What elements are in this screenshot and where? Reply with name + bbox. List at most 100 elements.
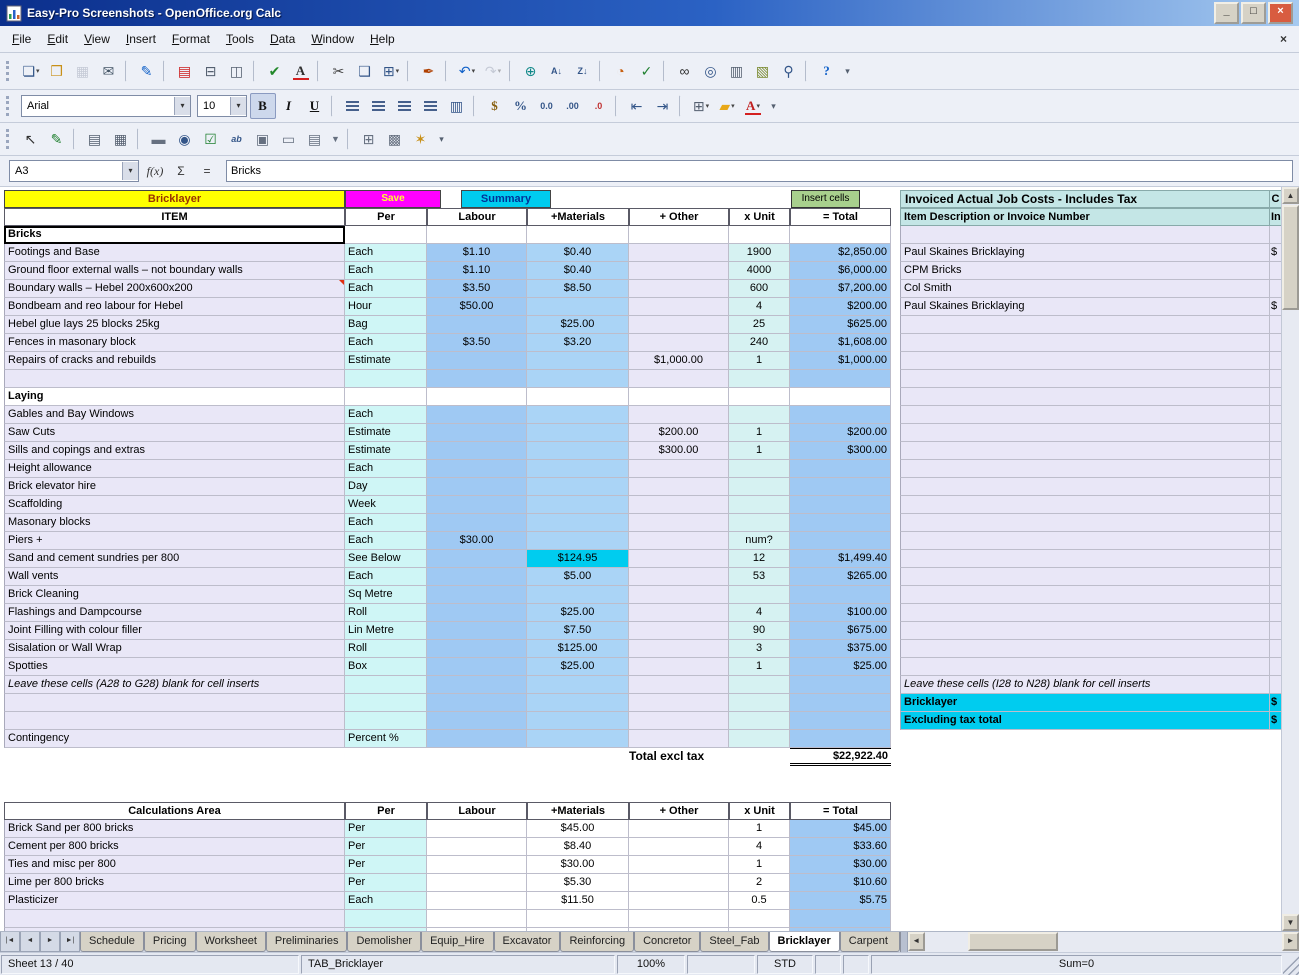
more-controls-icon[interactable]: ⊞ xyxy=(356,126,382,152)
undo-icon[interactable]: ↶▾ xyxy=(454,58,480,84)
cell-per[interactable]: Per xyxy=(345,856,427,874)
cell-item[interactable]: Fences in masonary block xyxy=(4,334,345,352)
calc-header-labour[interactable]: Labour xyxy=(427,802,527,820)
tab-equip-hire[interactable]: Equip_Hire xyxy=(421,932,493,952)
cell-invoice[interactable]: Excluding tax total xyxy=(900,712,1270,730)
cell-unit[interactable]: 1 xyxy=(729,352,790,370)
cell-per[interactable]: Each xyxy=(345,406,427,424)
cell-materials[interactable]: $25.00 xyxy=(527,658,629,676)
background-color-icon[interactable]: ▰▾ xyxy=(714,93,740,119)
cell-labour[interactable] xyxy=(427,820,527,838)
cell-labour[interactable] xyxy=(427,568,527,586)
tab-reinforcing[interactable]: Reinforcing xyxy=(560,932,634,952)
cell-materials[interactable] xyxy=(527,388,629,406)
cell-other[interactable] xyxy=(629,496,729,514)
cell-item[interactable]: Leave these cells (A28 to G28) blank for… xyxy=(4,676,345,694)
cell-per[interactable]: Percent % xyxy=(345,730,427,748)
cell-invoice[interactable] xyxy=(900,586,1270,604)
underline-button[interactable]: U xyxy=(302,93,328,119)
cell-invoice[interactable] xyxy=(900,316,1270,334)
select-pointer-icon[interactable]: ↖ xyxy=(18,126,44,152)
gallery-icon[interactable]: ▧ xyxy=(750,58,776,84)
tab-steel-fab[interactable]: Steel_Fab xyxy=(700,932,768,952)
cell-labour[interactable]: $50.00 xyxy=(427,298,527,316)
cell-other[interactable] xyxy=(629,586,729,604)
cell-other[interactable] xyxy=(629,892,729,910)
cell-total[interactable] xyxy=(790,460,891,478)
cell-per[interactable]: Estimate xyxy=(345,442,427,460)
option-button-icon[interactable]: ◉ xyxy=(172,126,198,152)
cell-total[interactable] xyxy=(790,406,891,424)
cell-total[interactable]: $25.00 xyxy=(790,658,891,676)
sort-descending-icon[interactable]: Z↓ xyxy=(570,58,596,84)
cut-icon[interactable]: ✂ xyxy=(326,58,352,84)
cell-other[interactable]: $200.00 xyxy=(629,424,729,442)
toolbar-grip[interactable] xyxy=(6,96,12,116)
cell-per[interactable]: Estimate xyxy=(345,352,427,370)
cell-item[interactable]: Plasticizer xyxy=(4,892,345,910)
previous-sheet-button[interactable]: ◄ xyxy=(20,932,40,952)
toolbar-options-icon[interactable]: ▾ xyxy=(434,126,450,152)
cell-item[interactable]: Repairs of cracks and rebuilds xyxy=(4,352,345,370)
header-unit[interactable]: x Unit xyxy=(729,208,790,226)
cell-materials[interactable]: $124.95 xyxy=(527,550,629,568)
cell-unit[interactable] xyxy=(729,370,790,388)
cell-unit[interactable] xyxy=(729,460,790,478)
sort-ascending-icon[interactable]: A↓ xyxy=(544,58,570,84)
first-sheet-button[interactable]: |◄ xyxy=(0,932,20,952)
tab-bricklayer[interactable]: Bricklayer xyxy=(769,932,840,952)
cell-other[interactable] xyxy=(629,838,729,856)
cell-labour[interactable]: $3.50 xyxy=(427,334,527,352)
tab-excavator[interactable]: Excavator xyxy=(494,932,561,952)
cell-total[interactable] xyxy=(790,694,891,712)
cell-materials[interactable]: $25.00 xyxy=(527,604,629,622)
cell-per[interactable]: Lin Metre xyxy=(345,622,427,640)
cell-labour[interactable] xyxy=(427,586,527,604)
cell-item[interactable]: Sisalation or Wall Wrap xyxy=(4,640,345,658)
cell-unit[interactable]: 3 xyxy=(729,640,790,658)
formula-input[interactable] xyxy=(226,160,1293,182)
cell-materials[interactable] xyxy=(527,226,629,244)
cell-per[interactable]: Each xyxy=(345,568,427,586)
cell-materials[interactable] xyxy=(527,910,629,928)
cell-materials[interactable]: $30.00 xyxy=(527,856,629,874)
cell-unit[interactable]: 4 xyxy=(729,838,790,856)
cell-item[interactable]: Wall vents xyxy=(4,568,345,586)
cell-materials[interactable]: $8.50 xyxy=(527,280,629,298)
header-total[interactable]: = Total xyxy=(790,208,891,226)
cell-total[interactable]: $7,200.00 xyxy=(790,280,891,298)
header-other[interactable]: + Other xyxy=(629,208,729,226)
tab-schedule[interactable]: Schedule xyxy=(80,932,144,952)
cell-other[interactable]: $1,000.00 xyxy=(629,352,729,370)
header-materials[interactable]: +Materials xyxy=(527,208,629,226)
cell-unit[interactable] xyxy=(729,676,790,694)
cell-item[interactable]: Ties and misc per 800 xyxy=(4,856,345,874)
cell-item[interactable]: Contingency xyxy=(4,730,345,748)
cell-per[interactable]: Per xyxy=(345,820,427,838)
cell-item[interactable]: Brick Sand per 800 bricks xyxy=(4,820,345,838)
cell-other[interactable] xyxy=(629,388,729,406)
cell-item[interactable]: Joint Filling with colour filler xyxy=(4,622,345,640)
cell-total[interactable]: $5.75 xyxy=(790,892,891,910)
cell-per[interactable] xyxy=(345,370,427,388)
cell-unit[interactable]: 1 xyxy=(729,820,790,838)
cell-item[interactable]: Brick elevator hire xyxy=(4,478,345,496)
invoice-section-title[interactable]: Invoiced Actual Job Costs - Includes Tax xyxy=(900,190,1270,208)
label-field-icon[interactable]: ab xyxy=(224,126,250,152)
cell-invoice[interactable] xyxy=(900,622,1270,640)
sum-button[interactable]: Σ xyxy=(168,159,194,183)
toolbar-grip[interactable] xyxy=(6,61,12,81)
cell-unit[interactable]: 1 xyxy=(729,442,790,460)
cell-other[interactable] xyxy=(629,622,729,640)
cell-total[interactable] xyxy=(790,388,891,406)
cell-materials[interactable] xyxy=(527,730,629,748)
cell-invoice[interactable] xyxy=(900,460,1270,478)
cell-total[interactable]: $33.60 xyxy=(790,838,891,856)
format-paintbrush-icon[interactable]: ✒ xyxy=(416,58,442,84)
cell-other[interactable] xyxy=(629,226,729,244)
save-button-cell[interactable]: Save xyxy=(345,190,441,208)
cell-labour[interactable] xyxy=(427,496,527,514)
cell-per[interactable]: Hour xyxy=(345,298,427,316)
calc-header-per[interactable]: Per xyxy=(345,802,427,820)
copy-icon[interactable]: ❑ xyxy=(352,58,378,84)
